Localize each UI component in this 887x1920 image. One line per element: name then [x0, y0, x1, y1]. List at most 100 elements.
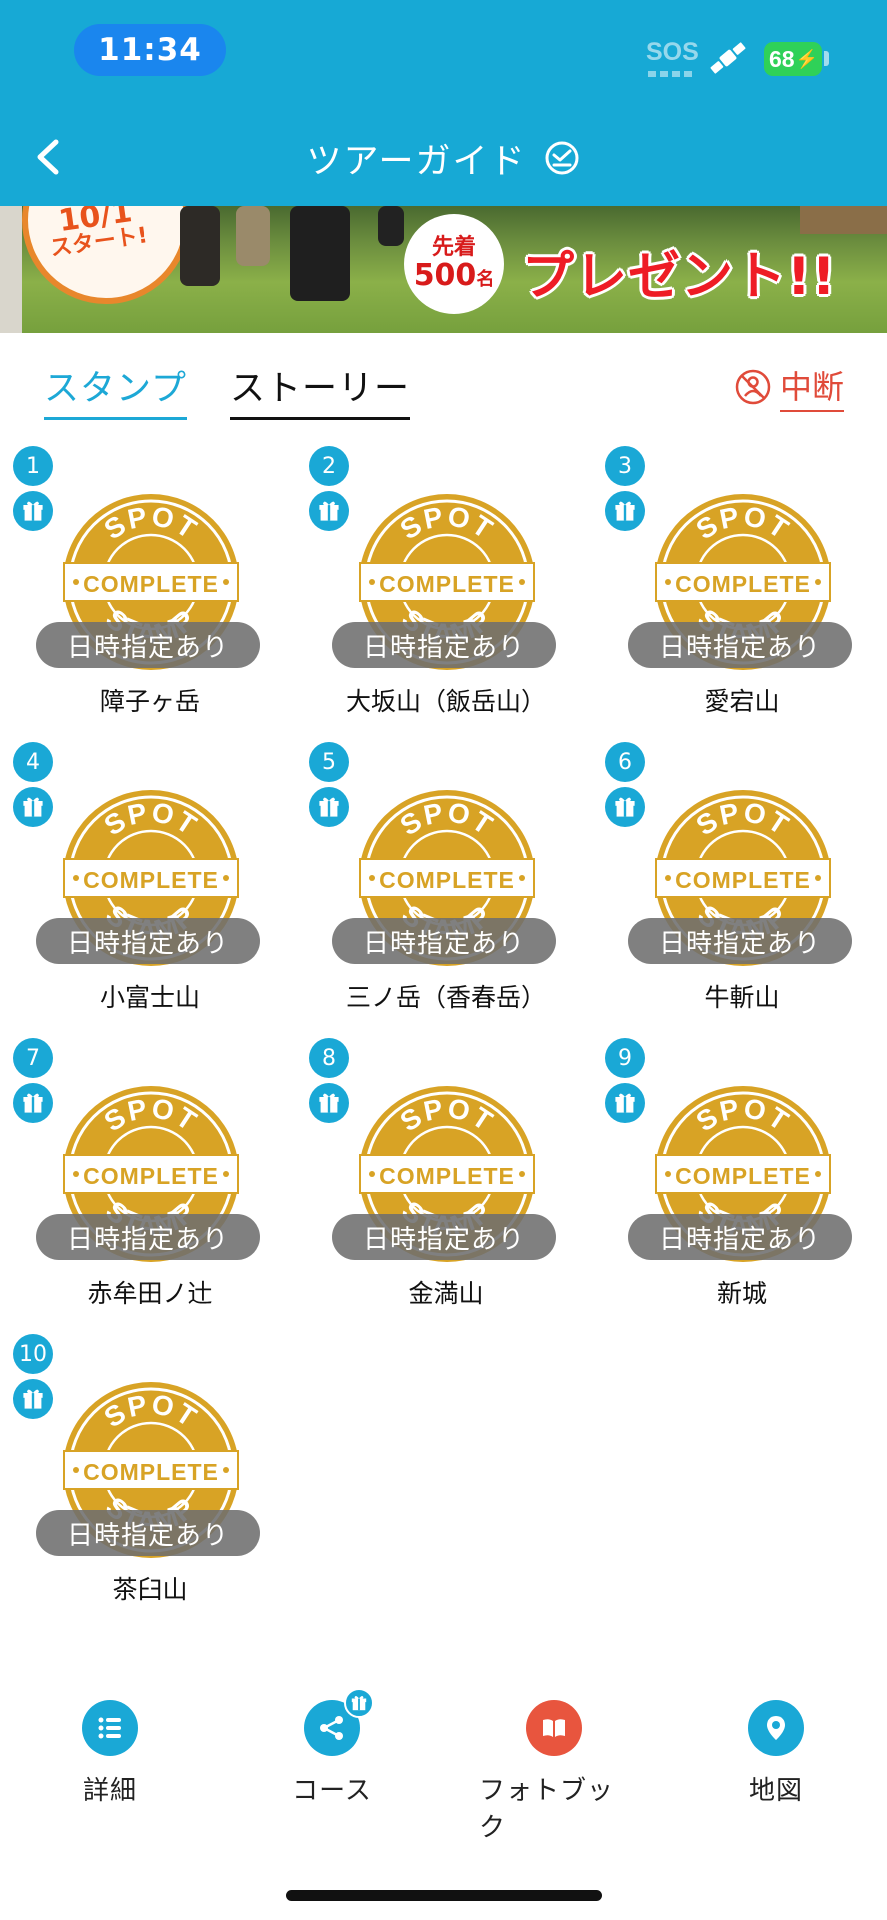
battery-cap	[824, 51, 829, 66]
course-gift-icon	[344, 1688, 374, 1718]
stamp-number-badge: 8	[309, 1038, 349, 1078]
banner-edge	[0, 206, 22, 333]
stamp-card[interactable]: 6SPOTCOMPLETESTAMP日時指定あり牛斬山	[592, 742, 852, 1032]
stamp-number-badge: 2	[309, 446, 349, 486]
tab-stamp[interactable]: スタンプ	[44, 360, 187, 420]
stamp-number-badge: 1	[13, 446, 53, 486]
stamp-card[interactable]: 1SPOTCOMPLETESTAMP日時指定あり障子ヶ岳	[0, 446, 260, 736]
spot-name: 赤牟田ノ辻	[87, 1279, 213, 1308]
hiker-figure	[378, 206, 404, 246]
gift-icon	[13, 787, 53, 827]
spot-name: 愛宕山	[704, 687, 780, 716]
book-icon	[543, 1719, 565, 1737]
gift-icon	[13, 1083, 53, 1123]
spot-name: 新城	[716, 1279, 767, 1308]
spot-name: 障子ヶ岳	[99, 687, 200, 716]
stamp-middle-text: COMPLETE	[83, 1459, 219, 1485]
nav-course-circle	[304, 1688, 374, 1756]
stamp-middle-text: COMPLETE	[379, 867, 515, 893]
stamp-card[interactable]: 5SPOTCOMPLETESTAMP日時指定あり三ノ岳（香春岳）	[296, 742, 556, 1032]
bench	[800, 206, 887, 234]
date-specified-label: 日時指定あり	[36, 1214, 260, 1260]
gift-icon	[13, 1379, 53, 1419]
check-circle-icon[interactable]	[544, 140, 580, 176]
nav-map-label: 地図	[748, 1776, 803, 1806]
date-specified-label: 日時指定あり	[628, 622, 852, 668]
stamp-middle-text: COMPLETE	[379, 1163, 515, 1189]
date-specified-label: 日時指定あり	[332, 918, 556, 964]
stamp-middle-text: COMPLETE	[675, 867, 811, 893]
gift-icon	[309, 787, 349, 827]
stamp-card[interactable]: 3SPOTCOMPLETESTAMP日時指定あり愛宕山	[592, 446, 852, 736]
first-come-badge: 先着 500名	[404, 214, 504, 314]
stamp-middle-text: COMPLETE	[83, 867, 219, 893]
spot-name: 小富士山	[99, 983, 200, 1012]
battery-level: 68	[769, 45, 795, 72]
hiker-figure	[180, 206, 220, 286]
stamp-middle-text: COMPLETE	[379, 571, 515, 597]
gift-icon	[13, 491, 53, 531]
spot-name: 牛斬山	[704, 983, 780, 1012]
date-specified-label: 日時指定あり	[36, 622, 260, 668]
spot-name: 金満山	[408, 1279, 484, 1308]
sos-indicator: SOS	[646, 38, 699, 66]
nav-map-circle	[748, 1700, 804, 1756]
stamp-middle-text: COMPLETE	[675, 1163, 811, 1189]
stamp-number-badge: 4	[13, 742, 53, 782]
spot-name: 三ノ岳（香春岳）	[345, 983, 546, 1012]
list-icon	[98, 1717, 121, 1739]
spot-name: 大坂山（飯岳山）	[345, 687, 546, 716]
stamp-card[interactable]: 10SPOTCOMPLETESTAMP日時指定あり茶臼山	[0, 1334, 260, 1624]
nav-course-label: コース	[292, 1776, 372, 1806]
satellite-icon	[710, 42, 746, 74]
page-title: ツアーガイド	[306, 141, 527, 182]
header-title-group: ツアーガイド	[0, 130, 887, 186]
stamp-card[interactable]: 4SPOTCOMPLETESTAMP日時指定あり小富士山	[0, 742, 260, 1032]
stamp-card[interactable]: 7SPOTCOMPLETESTAMP日時指定あり赤牟田ノ辻	[0, 1038, 260, 1328]
hiker-figure	[236, 206, 270, 266]
suspend-button[interactable]: 中断	[734, 362, 845, 412]
suspend-person-icon	[735, 369, 771, 405]
gift-icon	[605, 491, 645, 531]
stamp-middle-text: COMPLETE	[83, 571, 219, 597]
date-specified-label: 日時指定あり	[332, 622, 556, 668]
hiker-figure	[290, 206, 350, 301]
nav-photobook-label: フォトブック	[479, 1776, 615, 1843]
nav-map[interactable]: 地図	[701, 1700, 851, 1807]
date-specified-label: 日時指定あり	[36, 1510, 260, 1556]
gift-icon	[605, 787, 645, 827]
stamp-number-badge: 5	[309, 742, 349, 782]
stamp-middle-text: COMPLETE	[83, 1163, 219, 1189]
nav-photobook-circle	[526, 1700, 582, 1756]
stamp-number-badge: 3	[605, 446, 645, 486]
date-specified-label: 日時指定あり	[36, 918, 260, 964]
date-specified-label: 日時指定あり	[332, 1214, 556, 1260]
tab-story[interactable]: ストーリー	[230, 360, 411, 420]
suspend-label: 中断	[780, 362, 845, 412]
status-time: 11:34	[74, 24, 226, 76]
present-text: プレゼント!!	[522, 247, 837, 307]
gift-icon	[309, 491, 349, 531]
date-specified-label: 日時指定あり	[628, 918, 852, 964]
date-specified-label: 日時指定あり	[628, 1214, 852, 1260]
stamp-card[interactable]: 2SPOTCOMPLETESTAMP日時指定あり大坂山（飯岳山）	[296, 446, 556, 736]
nav-photobook[interactable]: フォトブック	[479, 1700, 629, 1844]
stamp-card[interactable]: 8SPOTCOMPLETESTAMP日時指定あり金満山	[296, 1038, 556, 1328]
nav-detail-circle	[82, 1700, 138, 1756]
header-bar: 11:34 SOS 68 ⚡ ツアーガイド	[0, 0, 887, 206]
home-indicator[interactable]	[286, 1890, 602, 1901]
stamp-card[interactable]: 9SPOTCOMPLETESTAMP日時指定あり新城	[592, 1038, 852, 1328]
stamp-number-badge: 9	[605, 1038, 645, 1078]
stamp-number-badge: 6	[605, 742, 645, 782]
first-come-unit: 名	[476, 269, 495, 290]
promo-banner[interactable]: 10/1 スタート! 先着 500名 プレゼント!!	[0, 206, 887, 333]
signal-dots	[648, 71, 694, 77]
map-pin-icon	[767, 1716, 785, 1740]
first-come-count: 500	[413, 258, 477, 293]
gift-icon	[605, 1083, 645, 1123]
first-come-label: 先着	[431, 235, 476, 260]
nav-detail[interactable]: 詳細	[35, 1700, 185, 1807]
share-course-icon	[320, 1716, 343, 1740]
gift-icon	[309, 1083, 349, 1123]
nav-course[interactable]: コース	[257, 1688, 407, 1807]
